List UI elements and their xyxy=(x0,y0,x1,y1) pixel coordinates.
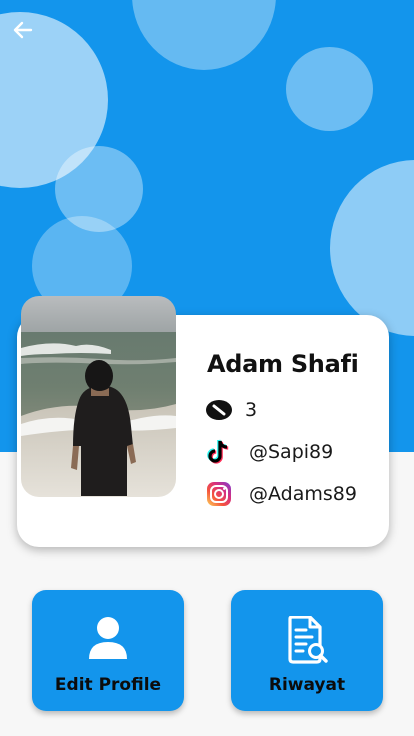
back-button[interactable] xyxy=(6,14,40,46)
arrow-left-icon xyxy=(13,21,33,39)
edit-profile-button[interactable]: Edit Profile xyxy=(32,590,184,711)
history-label: Riwayat xyxy=(268,675,346,695)
tiktok-handle: @Sapi89 xyxy=(249,441,334,463)
instagram-icon xyxy=(205,480,233,508)
count-value: 3 xyxy=(245,399,258,421)
history-button[interactable]: Riwayat xyxy=(231,590,383,711)
profile-photo xyxy=(21,296,176,497)
badge-icon xyxy=(205,396,233,424)
edit-profile-label: Edit Profile xyxy=(54,675,162,695)
decor-circle xyxy=(132,0,276,70)
decor-circle xyxy=(286,47,373,131)
user-icon xyxy=(89,617,127,659)
decor-circle xyxy=(330,160,414,336)
count-row: 3 xyxy=(205,395,257,425)
document-search-icon xyxy=(288,616,328,664)
tiktok-icon xyxy=(205,438,233,466)
instagram-row[interactable]: @Adams89 xyxy=(205,479,357,509)
profile-name: Adam Shafi xyxy=(207,350,359,378)
instagram-handle: @Adams89 xyxy=(249,483,357,505)
tiktok-row[interactable]: @Sapi89 xyxy=(205,437,333,467)
